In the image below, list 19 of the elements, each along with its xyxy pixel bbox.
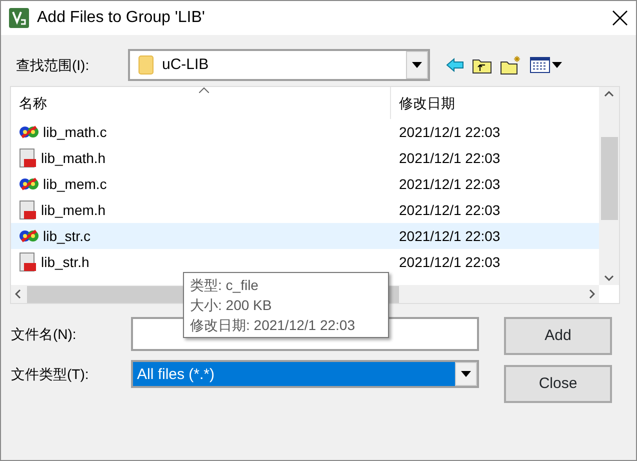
tooltip-line: 修改日期: 2021/12/1 22:03 bbox=[190, 316, 356, 335]
modified-date: 2021/12/1 22:03 bbox=[398, 148, 500, 168]
file-name: lib_mem.h bbox=[41, 200, 106, 220]
file-type-label: 文件类型(T): bbox=[11, 364, 90, 384]
tooltip-line: 类型: c_file bbox=[190, 276, 260, 295]
file-name: lib_math.h bbox=[41, 148, 106, 168]
file-name: lib_str.h bbox=[41, 252, 90, 272]
file-name: lib_str.c bbox=[43, 226, 90, 246]
file-name: lib_math.c bbox=[43, 122, 107, 142]
look-in-label: 查找范围(I): bbox=[16, 56, 90, 75]
modified-date: 2021/12/1 22:03 bbox=[398, 200, 500, 220]
file-name: lib_mem.c bbox=[43, 174, 107, 194]
modified-date: 2021/12/1 22:03 bbox=[398, 226, 500, 246]
modified-date: 2021/12/1 22:03 bbox=[398, 252, 500, 272]
window-title: Add Files to Group 'LIB' bbox=[37, 8, 206, 28]
modified-date: 2021/12/1 22:03 bbox=[398, 174, 500, 194]
modified-date: 2021/12/1 22:03 bbox=[398, 122, 500, 142]
file-name-label: 文件名(N): bbox=[11, 324, 78, 344]
tooltip-line: 大小: 200 KB bbox=[190, 296, 273, 315]
